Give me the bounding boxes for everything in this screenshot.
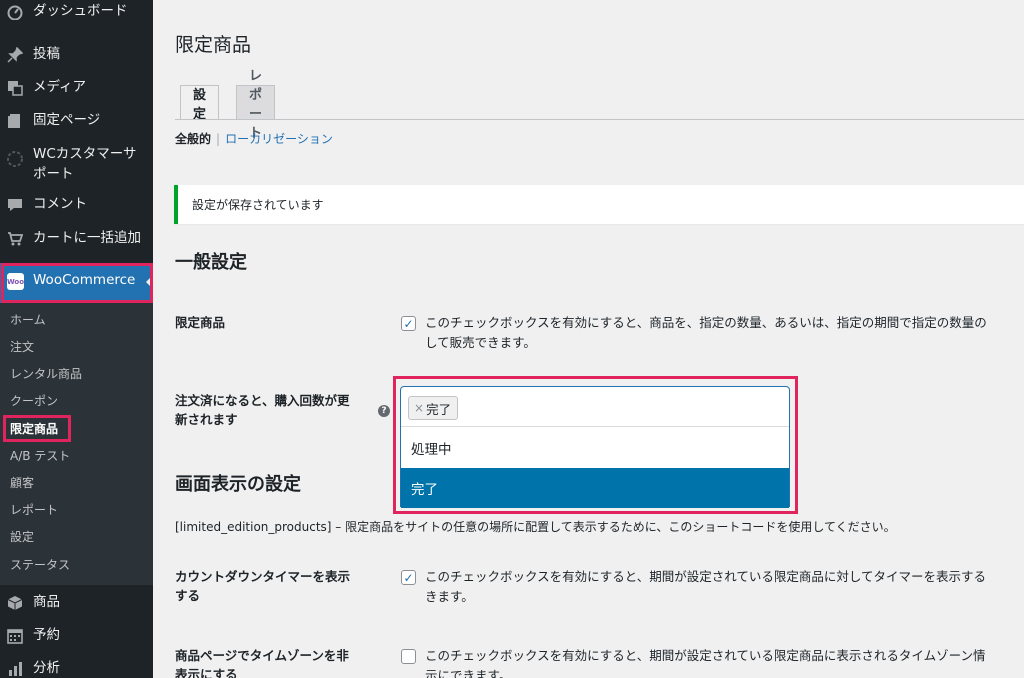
menu-label: 予約 <box>33 627 60 643</box>
menu-label: カートに一括追加 <box>33 230 141 246</box>
menu-label: コメント <box>33 196 87 212</box>
submenu-coupons[interactable]: クーポン <box>10 392 58 409</box>
desc-line: このチェックボックスを有効にすると、期間が設定されている限定商品に対してタイマー… <box>425 569 987 584</box>
desc-line: このチェックボックスを有効にすると、商品を、指定の数量、あるいは、指定の期間で指… <box>425 315 987 330</box>
subnav-general[interactable]: 全般的 <box>175 132 211 146</box>
tabs-divider <box>175 119 1024 120</box>
desc-line: このチェックボックスを有効にすると、期間が設定されている限定商品に表示されるタイ… <box>425 648 986 663</box>
submenu-ab-test[interactable]: A/B テスト <box>10 447 70 464</box>
subnav-localization-link[interactable]: ローカリゼーション <box>225 132 333 146</box>
submenu-orders[interactable]: 注文 <box>10 338 34 355</box>
analytics-icon <box>6 660 24 678</box>
submenu-customers[interactable]: 顧客 <box>10 474 34 491</box>
calendar-icon <box>6 627 24 645</box>
general-settings-heading: 一般設定 <box>175 252 247 273</box>
submenu-settings[interactable]: 設定 <box>10 528 34 545</box>
timezone-description: このチェックボックスを有効にすると、期間が設定されている限定商品に表示されるタイ… <box>425 646 986 678</box>
menu-label: 分析 <box>33 660 60 676</box>
label-line: カウントダウンタイマーを表示 <box>175 569 351 584</box>
label-line: 新されます <box>175 412 238 427</box>
shortcode-description: [limited_edition_products] – 限定商品をサイトの任意… <box>175 520 896 534</box>
limited-product-label: 限定商品 <box>175 315 226 330</box>
desc-line: して販売できます。 <box>425 335 536 350</box>
product-icon <box>6 594 24 612</box>
submenu-rental-products[interactable]: レンタル商品 <box>10 365 82 382</box>
help-tip-icon[interactable]: ? <box>378 405 390 417</box>
countdown-description: このチェックボックスを有効にすると、期間が設定されている限定商品に対してタイマー… <box>425 567 986 607</box>
subnav-separator: | <box>216 132 221 146</box>
menu-label: ダッシュボード <box>33 3 128 19</box>
checkmark-icon: ✓ <box>403 570 414 585</box>
menu-label: 投稿 <box>33 46 60 62</box>
annotation-highlight-limited-products <box>3 415 71 442</box>
page-icon <box>6 112 24 130</box>
timezone-label: 商品ページでタイムゾーンを非 表示にする <box>175 646 375 678</box>
menu-label: WCカスタマーサポート <box>33 146 137 182</box>
label-line: 注文済になると、購入回数が更 <box>175 393 350 408</box>
tab-settings[interactable]: 設定 <box>180 85 220 122</box>
countdown-label: カウントダウンタイマーを表示 する <box>175 567 375 605</box>
menu-woocommerce[interactable]: Woo WooCommerce <box>0 263 153 303</box>
submenu-status[interactable]: ステータス <box>10 556 70 573</box>
limited-product-checkbox[interactable]: ✓ <box>401 316 416 331</box>
admin-sidebar: ダッシュボード 投稿 メディア 固定ページ WCカスタマーサポート コメント カ… <box>0 0 153 678</box>
desc-line: きます。 <box>425 589 474 604</box>
pin-icon <box>6 46 24 64</box>
limited-product-description: このチェックボックスを有効にすると、商品を、指定の数量、あるいは、指定の期間で指… <box>425 313 987 353</box>
menu-label: 固定ページ <box>33 112 101 128</box>
submenu-reports[interactable]: レポート <box>10 501 58 518</box>
woocommerce-icon: Woo <box>7 273 24 290</box>
cart-icon <box>6 230 24 248</box>
notice-text: 設定が保存されています <box>192 198 324 212</box>
menu-label: 商品 <box>33 594 60 610</box>
current-menu-arrow <box>146 275 153 289</box>
timezone-checkbox[interactable] <box>401 649 416 664</box>
countdown-checkbox[interactable]: ✓ <box>401 570 416 585</box>
subsubsub-nav: 全般的 | ローカリゼーション <box>175 130 333 147</box>
support-icon <box>6 150 24 168</box>
submenu-home[interactable]: ホーム <box>10 311 46 328</box>
tab-reports[interactable]: レポート <box>236 69 276 141</box>
menu-label: WooCommerce <box>33 272 136 288</box>
comment-icon <box>6 196 24 214</box>
checkmark-icon: ✓ <box>403 316 414 331</box>
menu-label: メディア <box>33 79 87 95</box>
desc-line: 示にできます。 <box>425 668 512 678</box>
label-line: 商品ページでタイムゾーンを非 <box>175 648 349 663</box>
dashboard-icon <box>6 3 24 21</box>
label-line: する <box>175 588 201 603</box>
annotation-highlight-select <box>393 376 798 514</box>
menu-wc-support[interactable]: WCカスタマーサポート <box>0 144 153 186</box>
media-icon <box>6 79 24 97</box>
order-status-label: 注文済になると、購入回数が更 新されます <box>175 391 375 429</box>
page-title: 限定商品 <box>175 34 252 56</box>
settings-saved-notice: 設定が保存されています <box>174 185 1024 224</box>
label-line: 表示にする <box>175 667 238 678</box>
display-settings-heading: 画面表示の設定 <box>175 474 301 495</box>
